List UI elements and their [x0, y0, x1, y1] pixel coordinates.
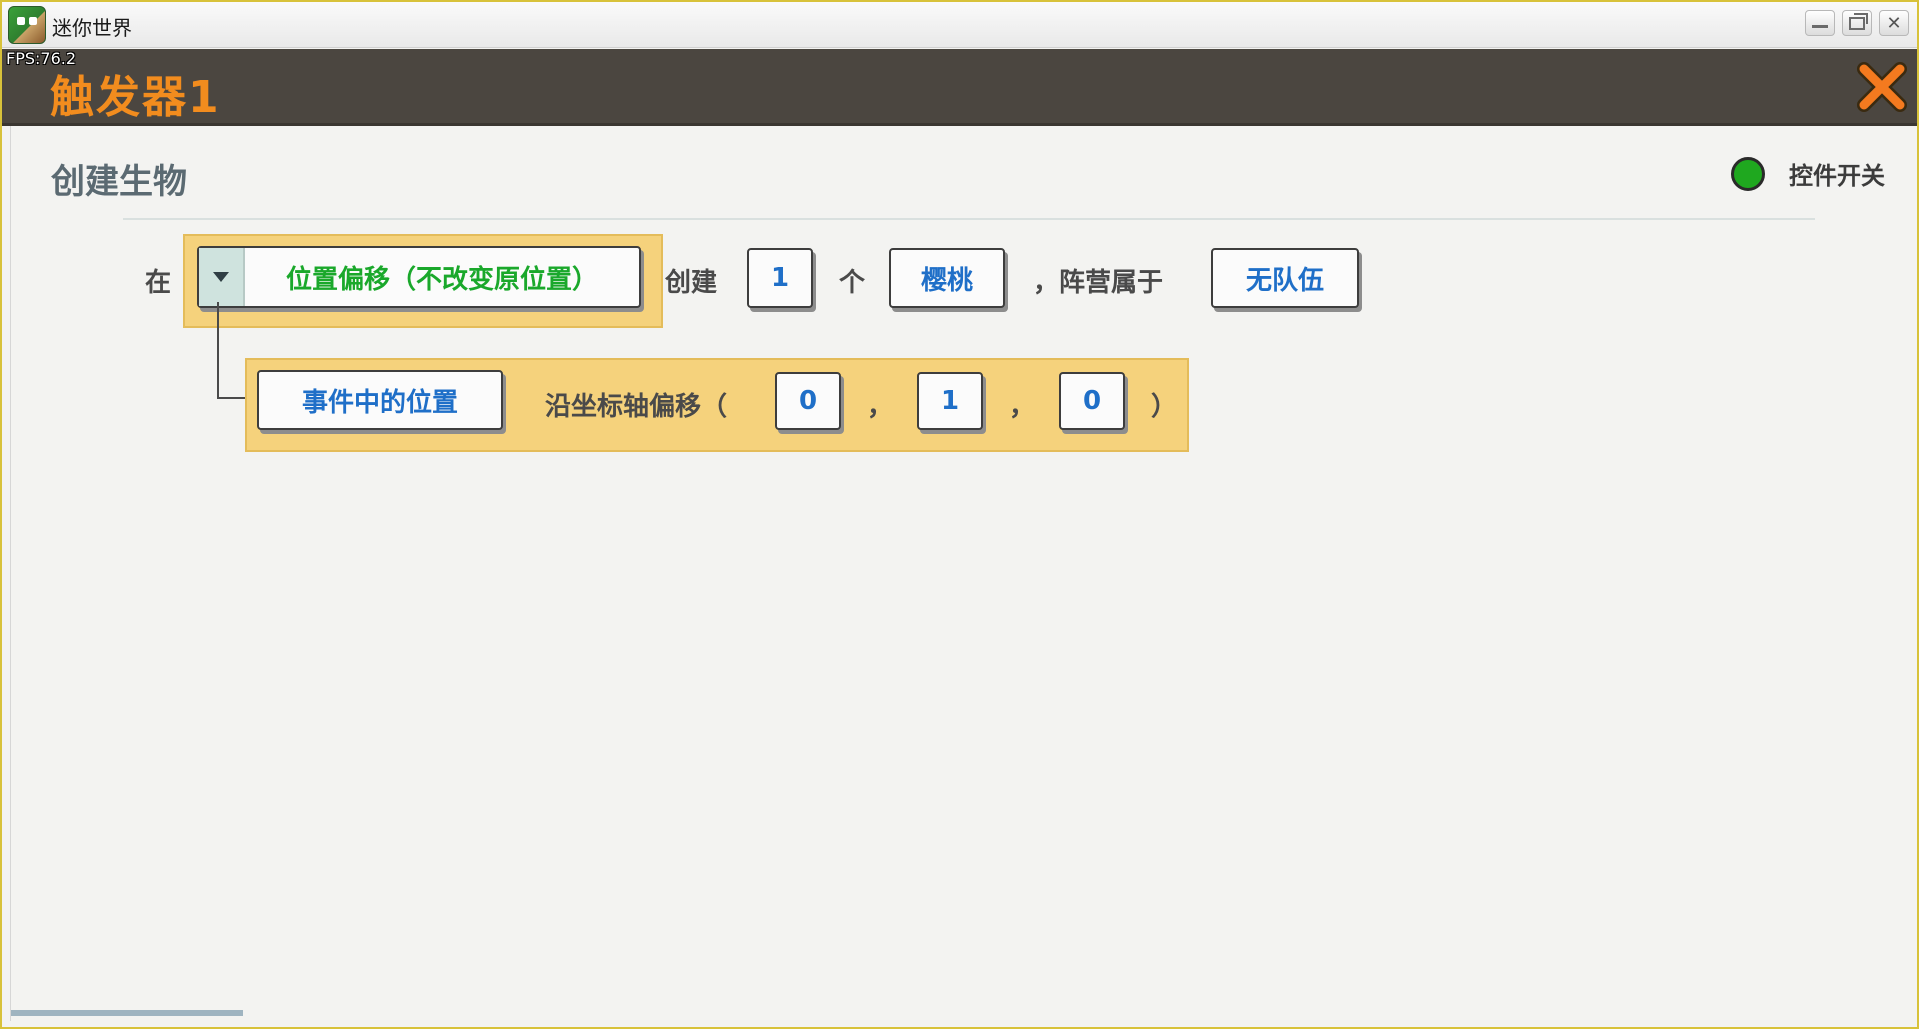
team-selector[interactable]: 无队伍	[1211, 248, 1359, 308]
offset-y-field[interactable]: 1	[917, 372, 983, 430]
separator: ，	[867, 392, 894, 422]
trigger-editor-content: 创建生物 控件开关 在 位置偏移（不改变原位置） 创建 1 个 樱桃 ，阵营属于	[10, 126, 1912, 1021]
fps-counter: FPS:76.2	[6, 49, 77, 68]
close-paren: ）	[1151, 392, 1178, 422]
scrollbar-track[interactable]	[11, 1010, 243, 1016]
creature-value: 樱桃	[920, 265, 973, 296]
chevron-down-icon	[213, 272, 229, 282]
window-close-button[interactable]: ✕	[1879, 10, 1909, 36]
unit-label: 个	[839, 268, 866, 298]
dialog-header: 触发器1	[2, 49, 1917, 126]
tree-connector	[217, 302, 219, 398]
position-source-selector[interactable]: 事件中的位置	[257, 370, 503, 430]
toggle-indicator-icon[interactable]	[1731, 156, 1765, 191]
section-title: 创建生物	[51, 162, 187, 202]
os-title-bar: 迷你世界 ✕	[2, 2, 1917, 48]
app-icon	[8, 6, 46, 44]
offset-x-value: 0	[798, 386, 818, 416]
at-label: 在	[145, 268, 172, 298]
dialog-title: 触发器1	[50, 72, 221, 123]
app-title: 迷你世界	[52, 16, 132, 40]
divider	[123, 218, 1815, 220]
offset-x-field[interactable]: 0	[775, 372, 841, 430]
position-dropdown-label: 位置偏移（不改变原位置）	[285, 264, 598, 295]
offset-label: 沿坐标轴偏移（	[545, 392, 728, 422]
position-dropdown[interactable]: 位置偏移（不改变原位置）	[197, 246, 641, 308]
control-toggle[interactable]: 控件开关	[1731, 156, 1885, 191]
create-label: 创建	[665, 268, 718, 298]
separator: ，	[1009, 392, 1036, 422]
team-value: 无队伍	[1245, 265, 1324, 296]
maximize-button[interactable]	[1842, 10, 1872, 36]
close-icon: ✕	[1886, 12, 1902, 34]
dropdown-caret[interactable]	[199, 248, 245, 306]
game-window: 迷你世界 ✕ 触发器1 FPS:76.2 创建生物 控件开关 在 位置偏移（不改…	[0, 0, 1919, 1029]
dialog-close-button[interactable]	[1854, 59, 1910, 115]
position-source-value: 事件中的位置	[301, 387, 458, 418]
offset-y-value: 1	[940, 386, 960, 416]
count-field[interactable]: 1	[747, 248, 813, 308]
offset-z-value: 0	[1082, 386, 1102, 416]
close-x-icon	[1857, 62, 1907, 112]
creature-selector[interactable]: 樱桃	[889, 248, 1005, 308]
count-value: 1	[770, 263, 790, 293]
minimize-icon	[1812, 24, 1828, 28]
toggle-label: 控件开关	[1789, 162, 1885, 190]
faction-label: ，阵营属于	[1033, 268, 1164, 298]
minimize-button[interactable]	[1805, 10, 1835, 36]
maximize-icon	[1849, 12, 1868, 30]
offset-z-field[interactable]: 0	[1059, 372, 1125, 430]
